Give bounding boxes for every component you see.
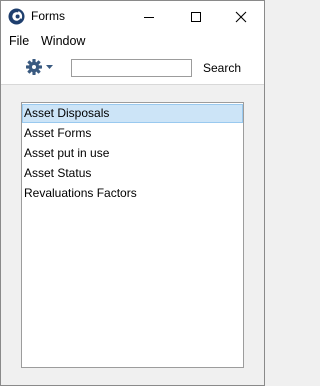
close-icon — [235, 11, 247, 22]
gear-menu-button[interactable] — [25, 58, 57, 76]
title-bar[interactable]: Forms — [1, 1, 264, 32]
minimize-button[interactable] — [126, 1, 172, 32]
maximize-icon — [191, 11, 201, 22]
list-item[interactable]: Revaluations Factors — [22, 184, 243, 203]
minimize-icon — [144, 16, 154, 18]
content-area: Asset Disposals Asset Forms Asset put in… — [1, 86, 264, 385]
gear-icon — [26, 59, 53, 75]
list-item[interactable]: Asset Disposals — [22, 104, 243, 123]
menu-window[interactable]: Window — [41, 34, 85, 48]
menu-file[interactable]: File — [9, 34, 29, 48]
window-title: Forms — [31, 9, 65, 23]
toolbar: Search — [1, 51, 264, 85]
search-button[interactable]: Search — [203, 61, 241, 75]
list-item[interactable]: Asset Status — [22, 164, 243, 183]
maximize-button[interactable] — [173, 1, 219, 32]
search-input[interactable] — [71, 59, 192, 77]
forms-list[interactable]: Asset Disposals Asset Forms Asset put in… — [21, 102, 244, 368]
list-item[interactable]: Asset put in use — [22, 144, 243, 163]
forms-window: Forms File Window Search Asset Disposals… — [0, 0, 265, 386]
menu-bar: File Window — [1, 32, 264, 51]
app-icon — [8, 8, 25, 25]
list-item[interactable]: Asset Forms — [22, 124, 243, 143]
chevron-down-icon — [46, 65, 53, 69]
close-button[interactable] — [218, 1, 264, 32]
